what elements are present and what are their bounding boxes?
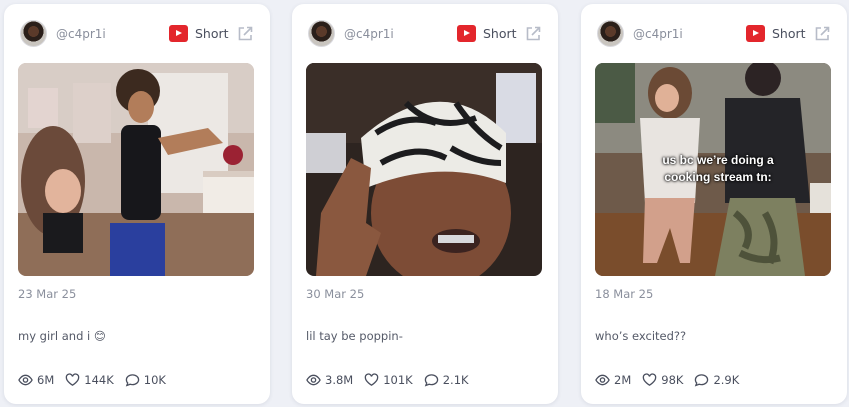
- thumbnail-overlay-text: us bc we’re doing a cooking stream tn:: [662, 153, 774, 184]
- comments-stat: 10K: [125, 373, 166, 387]
- comment-icon: [695, 374, 709, 387]
- likes-stat: 144K: [65, 373, 114, 387]
- eye-icon: [595, 374, 610, 386]
- post-date: 18 Mar 25: [595, 287, 654, 301]
- likes-count: 101K: [383, 373, 413, 387]
- comments-count: 10K: [143, 373, 166, 387]
- views-count: 2M: [614, 373, 632, 387]
- heart-icon: [65, 373, 80, 386]
- post-date: 23 Mar 25: [18, 287, 77, 301]
- avatar[interactable]: [308, 20, 335, 47]
- comment-icon: [125, 374, 140, 387]
- youtube-icon: [457, 25, 476, 42]
- creator-handle[interactable]: @c4pr1i: [344, 27, 394, 41]
- video-card[interactable]: @c4pr1i Short 30 Mar 25 lil tay be poppi…: [292, 4, 558, 404]
- youtube-icon: [169, 25, 188, 42]
- views-stat: 3.8M: [306, 373, 353, 387]
- views-stat: 2M: [595, 373, 631, 387]
- video-type-label: Short: [195, 26, 229, 41]
- video-caption: who’s excited??: [595, 329, 687, 343]
- eye-icon: [306, 374, 321, 386]
- creator-handle[interactable]: @c4pr1i: [633, 27, 683, 41]
- video-type-label: Short: [772, 26, 806, 41]
- likes-count: 98K: [661, 373, 684, 387]
- likes-count: 144K: [84, 373, 114, 387]
- video-card[interactable]: @c4pr1i Short us bc we’re doing a cookin…: [581, 4, 847, 404]
- creator-handle[interactable]: @c4pr1i: [56, 27, 106, 41]
- video-thumbnail[interactable]: [18, 63, 254, 276]
- external-link-icon[interactable]: [524, 25, 542, 43]
- likes-stat: 101K: [364, 373, 413, 387]
- stats-row: 3.8M 101K 2.1K: [306, 373, 469, 387]
- video-card[interactable]: @c4pr1i Short 23 Mar 25 my girl and i 😊 …: [4, 4, 270, 404]
- heart-icon: [642, 373, 657, 386]
- comments-count: 2.1K: [442, 373, 469, 387]
- youtube-icon: [746, 25, 765, 42]
- video-caption: lil tay be poppin-: [306, 329, 403, 343]
- stats-row: 6M 144K 10K: [18, 373, 166, 387]
- stats-row: 2M 98K 2.9K: [595, 373, 739, 387]
- post-date: 30 Mar 25: [306, 287, 365, 301]
- external-link-icon[interactable]: [813, 25, 831, 43]
- avatar[interactable]: [20, 20, 47, 47]
- views-count: 6M: [37, 373, 55, 387]
- heart-icon: [364, 373, 379, 386]
- video-caption: my girl and i 😊: [18, 329, 106, 343]
- comments-count: 2.9K: [713, 373, 740, 387]
- video-type-label: Short: [483, 26, 517, 41]
- avatar[interactable]: [597, 20, 624, 47]
- eye-icon: [18, 374, 33, 386]
- likes-stat: 98K: [642, 373, 683, 387]
- comments-stat: 2.1K: [424, 373, 469, 387]
- comment-icon: [424, 374, 438, 387]
- views-stat: 6M: [18, 373, 54, 387]
- card-header: @c4pr1i Short: [18, 18, 270, 52]
- video-thumbnail[interactable]: [306, 63, 542, 276]
- external-link-icon[interactable]: [236, 25, 254, 43]
- views-count: 3.8M: [325, 373, 354, 387]
- card-header: @c4pr1i Short: [306, 18, 558, 52]
- card-header: @c4pr1i Short: [595, 18, 847, 52]
- comments-stat: 2.9K: [694, 373, 739, 387]
